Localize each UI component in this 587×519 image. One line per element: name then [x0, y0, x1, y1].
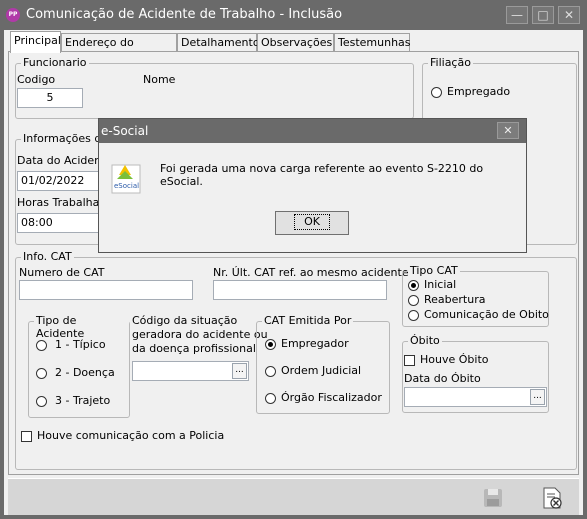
cat-emitida-empregador-label: Empregador — [281, 337, 349, 350]
data-obito-label: Data do Óbito — [404, 372, 481, 385]
nr-ult-cat-label: Nr. Últ. CAT ref. ao mesmo acidente — [213, 266, 409, 279]
cat-emitida-group: CAT Emitida Por Empregador Ordem Judicia… — [256, 314, 390, 414]
obito-group: Óbito Houve Óbito Data do Óbito ... — [402, 334, 549, 413]
cat-emitida-orgao-fiscalizador-label: Órgão Fiscalizador — [281, 391, 382, 404]
maximize-button[interactable]: □ — [532, 6, 554, 24]
maximize-icon: □ — [537, 8, 549, 22]
esocial-dialog: e-Social ✕ eSocial Foi gerada uma nova c… — [98, 118, 527, 253]
data-obito-lookup-button[interactable]: ... — [530, 389, 545, 405]
tipo-cat-title: Tipo CAT — [408, 264, 460, 277]
tipo-acidente-group: Tipo de Acidente 1 - Típico 2 - Doença 3… — [28, 314, 130, 418]
tipo-acidente-trajeto-label: 3 - Trajeto — [55, 394, 111, 407]
nr-ult-cat-input[interactable] — [213, 280, 387, 300]
tab-endereco-acidente[interactable]: Endereço do Acidente — [61, 33, 177, 66]
tipo-acidente-doenca-label: 2 - Doença — [55, 366, 115, 379]
numero-cat-input[interactable] — [19, 280, 193, 300]
save-icon — [484, 489, 502, 507]
tipo-cat-obito-label: Comunicação de Obito — [424, 308, 549, 321]
dialog-title-bar: e-Social ✕ — [99, 119, 526, 143]
tab-principal[interactable]: Principal — [10, 31, 61, 53]
tipo-cat-radio-inicial[interactable] — [408, 280, 419, 291]
dialog-message: Foi gerada uma nova carga referente ao e… — [160, 162, 484, 188]
funcionario-group-title: Funcionario — [21, 56, 89, 69]
codigo-situacao-input[interactable]: ... — [132, 361, 249, 381]
obito-title: Óbito — [408, 334, 442, 347]
cat-emitida-radio-orgao-fiscalizador[interactable] — [265, 393, 276, 404]
codigo-situacao-label-1: Código da situação — [132, 314, 238, 327]
codigo-situacao-label-2: geradora do acidente ou — [132, 328, 268, 341]
form-client-area: Principal Endereço do Acidente Detalhame… — [4, 30, 583, 515]
close-icon: ✕ — [563, 8, 575, 22]
codigo-situacao-lookup-button[interactable]: ... — [232, 363, 247, 379]
funcionario-group: Funcionario Codigo Nome 5 — [15, 56, 414, 119]
tab-testemunhas[interactable]: Testemunhas — [334, 33, 411, 52]
tab-observacoes[interactable]: Observações — [257, 33, 334, 52]
numero-cat-label: Numero de CAT — [19, 266, 105, 279]
minimize-icon: — — [511, 8, 523, 22]
info-cat-group: Info. CAT Numero de CAT Nr. Últ. CAT ref… — [15, 250, 577, 470]
minimize-button[interactable]: — — [506, 6, 528, 24]
tipo-cat-inicial-label: Inicial — [424, 278, 457, 291]
filiacao-radio-empregado[interactable] — [431, 87, 442, 98]
title-bar: PP Comunicação de Acidente de Trabalho -… — [0, 0, 587, 30]
codigo-input[interactable]: 5 — [17, 88, 83, 108]
tipo-acidente-radio-trajeto[interactable] — [36, 396, 47, 407]
tipo-acidente-radio-doenca[interactable] — [36, 368, 47, 379]
save-button[interactable] — [482, 487, 504, 509]
codigo-label: Codigo — [17, 73, 56, 86]
ok-button[interactable]: OK — [275, 211, 349, 235]
tipo-cat-group: Tipo CAT Inicial Reabertura Comunicação … — [402, 264, 549, 327]
info-cat-group-title: Info. CAT — [21, 250, 74, 263]
cancel-button[interactable] — [540, 486, 564, 510]
data-obito-input[interactable]: ... — [404, 387, 547, 407]
window-title: Comunicação de Acidente de Trabalho - In… — [26, 7, 343, 22]
codigo-situacao-label-3: da doença profissional — [132, 342, 256, 355]
cat-emitida-radio-empregador[interactable] — [265, 339, 276, 350]
tipo-cat-radio-reabertura[interactable] — [408, 295, 419, 306]
tab-detalhamento[interactable]: Detalhamento — [177, 33, 260, 52]
main-window: PP Comunicação de Acidente de Trabalho -… — [0, 0, 587, 519]
dialog-title: e-Social — [101, 124, 149, 138]
close-icon: ✕ — [503, 124, 513, 137]
houve-comunicacao-policia-label: Houve comunicação com a Policia — [37, 429, 225, 442]
tipo-acidente-radio-tipico[interactable] — [36, 340, 47, 351]
cat-emitida-title: CAT Emitida Por — [262, 314, 354, 327]
ok-button-label: OK — [294, 214, 330, 230]
cat-emitida-ordem-judicial-label: Ordem Judicial — [281, 364, 362, 377]
tipo-acidente-title: Tipo de Acidente — [34, 314, 129, 340]
houve-obito-label: Houve Óbito — [420, 353, 489, 366]
filiacao-group-title: Filiação — [428, 56, 473, 69]
cat-emitida-radio-ordem-judicial[interactable] — [265, 366, 276, 377]
cancel-document-icon — [543, 487, 562, 509]
app-icon: PP — [6, 8, 20, 22]
filiacao-option-empregado: Empregado — [447, 85, 511, 98]
bottom-toolbar — [8, 478, 579, 515]
tipo-cat-radio-obito[interactable] — [408, 310, 419, 321]
houve-comunicacao-policia-checkbox[interactable] — [21, 431, 32, 442]
nome-label: Nome — [143, 73, 176, 86]
svg-text:eSocial: eSocial — [114, 182, 139, 190]
esocial-logo-icon: eSocial — [111, 161, 145, 195]
houve-obito-checkbox[interactable] — [404, 355, 415, 366]
close-button[interactable]: ✕ — [558, 6, 580, 24]
tab-panel-principal: Funcionario Codigo Nome 5 Filiação Empre… — [8, 51, 579, 475]
tipo-acidente-tipico-label: 1 - Típico — [55, 338, 106, 351]
dialog-close-button[interactable]: ✕ — [497, 122, 519, 139]
tipo-cat-reabertura-label: Reabertura — [424, 293, 486, 306]
